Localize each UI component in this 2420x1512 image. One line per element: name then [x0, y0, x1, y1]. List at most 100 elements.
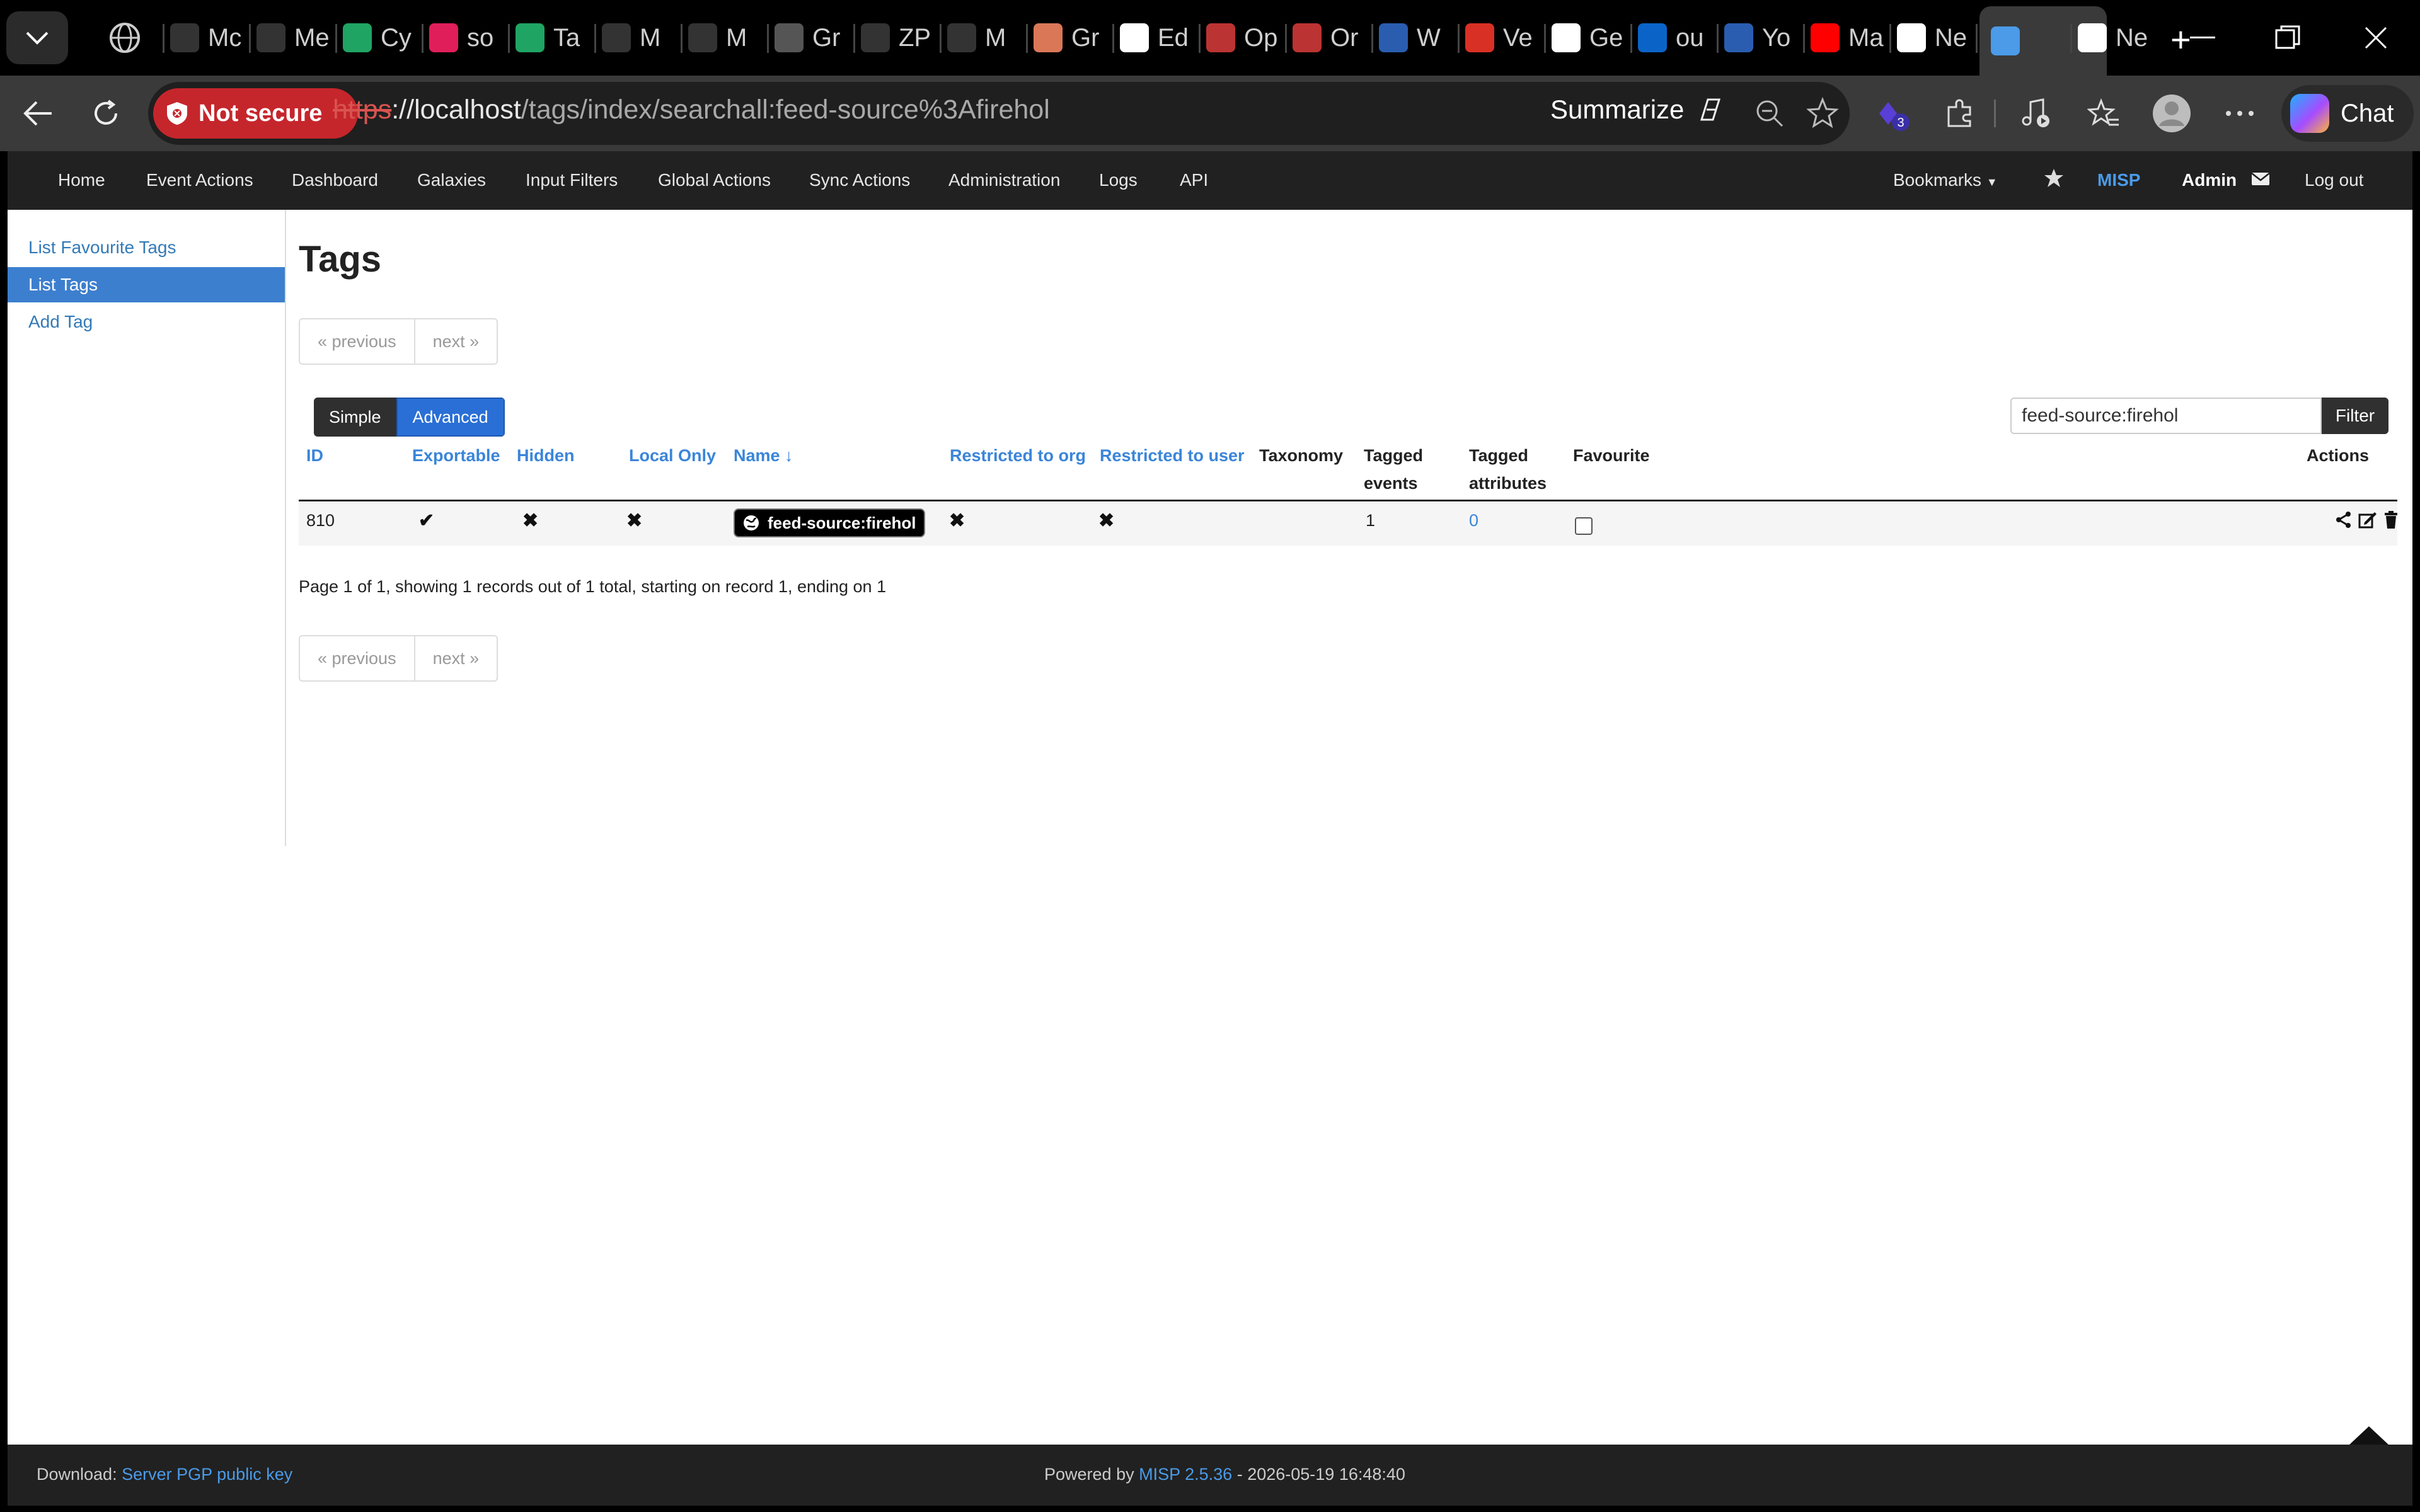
- nav-item-home[interactable]: Home: [58, 170, 105, 190]
- nav-item-logs[interactable]: Logs: [1099, 170, 1138, 190]
- browser-tab[interactable]: Ge: [1552, 10, 1627, 66]
- extension-badge-count: 3: [1897, 116, 1904, 130]
- pdf-icon: [1206, 23, 1235, 52]
- browser-tab[interactable]: Gr: [775, 10, 850, 66]
- browser-tab[interactable]: Ne: [1897, 10, 1973, 66]
- column-exportable[interactable]: Exportable: [412, 442, 500, 469]
- bookmarks-label: Bookmarks: [1893, 170, 1982, 190]
- browser-tab[interactable]: Or: [1293, 10, 1368, 66]
- browser-tab[interactable]: Mc: [170, 10, 246, 66]
- restore-icon[interactable]: [2256, 13, 2319, 63]
- cell-tagged-attributes-link[interactable]: 0: [1469, 511, 1478, 530]
- column-id[interactable]: ID: [306, 442, 323, 469]
- previous-page-button[interactable]: « previous: [300, 319, 414, 364]
- media-control-icon[interactable]: [2015, 93, 2056, 134]
- url-text[interactable]: https://localhost/tags/index/searchall:f…: [333, 94, 1050, 125]
- drive-icon: [516, 23, 544, 52]
- browser-tab[interactable]: Op: [1206, 10, 1282, 66]
- footer-download: Download: Server PGP public key: [37, 1465, 292, 1484]
- favorites-icon[interactable]: [2083, 93, 2124, 134]
- browser-tab[interactable]: Ta: [516, 10, 591, 66]
- pgp-key-link[interactable]: Server PGP public key: [122, 1465, 292, 1484]
- next-page-button[interactable]: next »: [413, 636, 497, 680]
- browser-tab[interactable]: Ve: [1465, 10, 1541, 66]
- browser-tab[interactable]: Yo: [1724, 10, 1800, 66]
- extension-badge-icon[interactable]: 3: [1872, 93, 1912, 134]
- browser-tab[interactable]: Cy: [343, 10, 418, 66]
- next-page-button[interactable]: next »: [413, 319, 497, 364]
- youtube-icon: [1811, 23, 1840, 52]
- trash-icon[interactable]: [2383, 511, 2399, 529]
- nav-logout[interactable]: Log out: [2305, 170, 2363, 190]
- scroll-to-top-icon[interactable]: [2349, 1426, 2389, 1445]
- nav-item-galaxies[interactable]: Galaxies: [417, 170, 486, 190]
- share-icon[interactable]: [2336, 511, 2352, 529]
- download-label: Download:: [37, 1465, 117, 1484]
- misp-version-link[interactable]: MISP 2.5.36: [1139, 1465, 1232, 1484]
- browser-tab[interactable]: Gr: [1034, 10, 1109, 66]
- openai-icon: [775, 23, 804, 52]
- column-local-only[interactable]: Local Only: [629, 442, 716, 469]
- misp-page: Home Event Actions Dashboard Galaxies Input …: [8, 151, 2412, 1506]
- minimize-icon[interactable]: [2171, 13, 2234, 63]
- sidebar-item-list-tags[interactable]: List Tags: [8, 267, 285, 302]
- column-name[interactable]: Name ↓: [734, 442, 793, 469]
- nav-admin-user[interactable]: Admin: [2182, 170, 2237, 190]
- extensions-icon[interactable]: [1939, 93, 1979, 134]
- browser-tab[interactable]: M: [602, 10, 677, 66]
- nav-item-global-actions[interactable]: Global Actions: [658, 170, 771, 190]
- browser-tab[interactable]: Ma: [1811, 10, 1886, 66]
- nav-item-input-filters[interactable]: Input Filters: [526, 170, 618, 190]
- edit-icon[interactable]: [2358, 511, 2377, 529]
- column-hidden[interactable]: Hidden: [517, 442, 575, 469]
- nav-item-administration[interactable]: Administration: [948, 170, 1060, 190]
- column-tagged-attributes: Tagged attributes: [1469, 442, 1547, 497]
- copilot-chat-button[interactable]: Chat: [2281, 85, 2414, 142]
- browser-tab[interactable]: Ne: [2078, 10, 2153, 66]
- previous-page-button[interactable]: « previous: [300, 636, 414, 680]
- tag-search-input[interactable]: feed-source:firehol: [2010, 398, 2322, 434]
- profile-avatar[interactable]: [2152, 93, 2192, 134]
- browser-tab[interactable]: M: [688, 10, 764, 66]
- newtab-icon: [2078, 23, 2107, 52]
- column-restricted-org[interactable]: Restricted to org: [950, 442, 1086, 469]
- zoom-out-icon[interactable]: [1749, 93, 1790, 134]
- tab-actions-menu[interactable]: [6, 11, 68, 64]
- nav-item-api[interactable]: API: [1180, 170, 1208, 190]
- workspaces-icon[interactable]: [107, 20, 142, 59]
- star-icon[interactable]: [2043, 168, 2065, 192]
- nav-item-sync-actions[interactable]: Sync Actions: [809, 170, 910, 190]
- security-label: Not secure: [199, 100, 323, 127]
- tab-title: Or: [1330, 23, 1359, 52]
- browser-tab[interactable]: ZP: [861, 10, 936, 66]
- more-menu-icon[interactable]: [2220, 93, 2260, 134]
- nav-item-dashboard[interactable]: Dashboard: [292, 170, 378, 190]
- nav-item-event-actions[interactable]: Event Actions: [146, 170, 253, 190]
- summarize-button[interactable]: Summarize: [1550, 93, 1727, 126]
- simple-view-button[interactable]: Simple: [314, 398, 396, 437]
- back-icon[interactable]: [18, 93, 58, 134]
- refresh-icon[interactable]: [86, 93, 126, 134]
- nav-misp-brand[interactable]: MISP: [2097, 170, 2140, 190]
- envelope-icon[interactable]: [2251, 171, 2270, 190]
- browser-tab[interactable]: ou: [1638, 10, 1714, 66]
- advanced-view-button[interactable]: Advanced: [396, 398, 505, 437]
- close-window-icon[interactable]: [2344, 13, 2407, 63]
- sidebar-item-add-tag[interactable]: Add Tag: [8, 304, 285, 340]
- security-indicator[interactable]: Not secure: [153, 88, 358, 139]
- browser-tab[interactable]: so: [429, 10, 505, 66]
- browser-tab[interactable]: M: [947, 10, 1023, 66]
- favourite-checkbox[interactable]: [1575, 517, 1593, 535]
- search-icon: [1724, 23, 1753, 52]
- browser-tab[interactable]: Ed: [1120, 10, 1196, 66]
- browser-tab[interactable]: W: [1379, 10, 1455, 66]
- cross-icon: ✖: [522, 510, 539, 531]
- browser-tab[interactable]: Me: [256, 10, 332, 66]
- sidebar-item-list-favourite-tags[interactable]: List Favourite Tags: [8, 230, 285, 265]
- favorite-star-icon[interactable]: [1802, 93, 1843, 134]
- tab-separator: [249, 24, 251, 53]
- tag-label[interactable]: feed-source:firehol: [735, 510, 924, 536]
- nav-bookmarks[interactable]: Bookmarks ▼: [1893, 170, 1998, 190]
- column-restricted-user[interactable]: Restricted to user: [1100, 442, 1245, 469]
- filter-button[interactable]: Filter: [2322, 398, 2388, 434]
